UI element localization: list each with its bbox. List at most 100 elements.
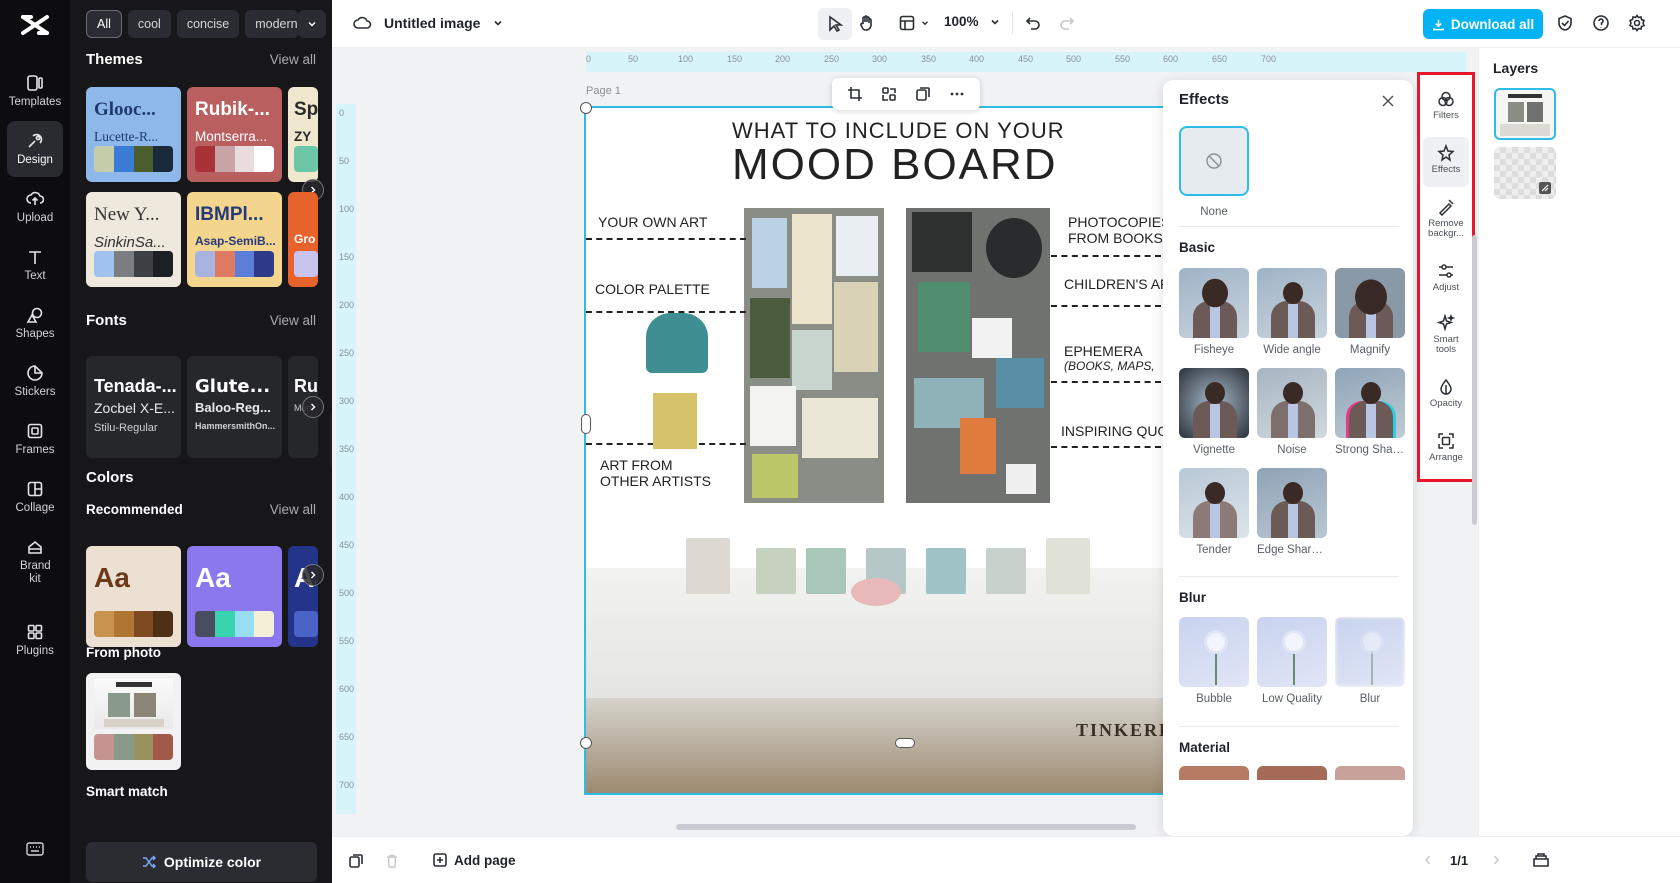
theme-card[interactable]: Gro [288,192,318,287]
effect-magnify[interactable]: Magnify [1335,268,1405,356]
effect-fisheye[interactable]: Fisheye [1179,268,1249,356]
tool-smart-tools[interactable]: Smart tools [1423,307,1469,369]
resize-handle-tl[interactable] [580,102,592,114]
redo-button[interactable] [1058,14,1076,32]
pages-overview-icon[interactable] [1532,851,1550,869]
zoom-control[interactable]: 100% [944,14,1001,29]
color-card[interactable]: Aa [288,546,318,647]
tool-arrange[interactable]: Arrange [1423,425,1469,475]
material-thumb[interactable] [1179,766,1249,780]
effect-label: Vignette [1193,444,1235,456]
photo-palette-card[interactable] [86,673,181,770]
resize-handle-bottom[interactable] [895,738,915,748]
chips-expand-button[interactable] [298,10,326,38]
font-card[interactable]: Tenada-... Zocbel X-E... Stilu-Regular [86,356,181,458]
resize-handle-bl[interactable] [580,737,592,749]
theme-card[interactable]: Glooc... Lucette-R... [86,87,181,182]
help-button[interactable] [1592,14,1610,32]
chevron-right-icon[interactable] [1490,854,1502,866]
color-card[interactable]: Aa [86,546,181,647]
add-page-button[interactable]: Add page [432,852,516,868]
optimize-color-button[interactable]: Optimize color [86,842,317,882]
effect-blur[interactable]: Blur [1335,617,1405,705]
tool-opacity[interactable]: Opacity [1423,371,1469,421]
effect-none[interactable] [1179,126,1249,196]
layer-image[interactable] [1494,88,1556,140]
layout-menu-button[interactable] [898,14,930,32]
rail-upload[interactable]: Upload [7,179,63,235]
capcut-logo[interactable] [20,12,50,38]
keyboard-icon[interactable] [26,842,44,856]
chip-modern[interactable]: modern [245,10,300,38]
chip-all[interactable]: All [86,10,122,38]
gear-icon [1628,14,1646,32]
effect-bubble[interactable]: Bubble [1179,617,1249,705]
page-label[interactable]: Page 1 [586,85,621,97]
trash-icon[interactable] [384,853,400,869]
tool-adjust[interactable]: Adjust [1423,255,1469,305]
rail-brand-kit[interactable]: Brand kit [7,527,63,597]
hand-tool-button[interactable] [858,14,876,32]
duplicate-page-icon[interactable] [348,853,364,869]
theme-card[interactable]: Rubik-... Montserra... [187,87,282,182]
rail-frames[interactable]: Frames [7,411,63,467]
crop-icon[interactable] [847,86,863,102]
brand-kit-icon [28,540,42,554]
ruler-label: 100 [339,204,355,214]
tool-filters[interactable]: Filters [1423,83,1469,133]
font-card[interactable]: Glute... Baloo-Reg... HammersmithOn... [187,356,282,458]
undo-button[interactable] [1024,14,1042,32]
tool-effects[interactable]: Effects [1423,137,1469,187]
fonts-next-button[interactable] [302,396,324,418]
redo-icon [1060,17,1075,30]
cloud-sync-icon[interactable] [352,13,372,33]
colors-next-button[interactable] [302,564,324,586]
select-tool-button[interactable] [818,8,852,40]
rail-label: Stickers [14,385,56,398]
cactus-art [646,313,708,373]
material-thumb[interactable] [1257,766,1327,780]
chevron-left-icon[interactable] [1422,854,1434,866]
rail-templates[interactable]: Templates [7,63,63,119]
theme-card[interactable]: New Y... SinkinSa... [86,192,181,287]
material-thumb[interactable] [1335,766,1405,780]
effects-panel: Effects None Basic Fisheye Wide angle Ma… [1163,80,1413,836]
vertical-scrollbar[interactable] [1472,235,1477,525]
layer-background[interactable] [1494,147,1556,199]
chevron-down-icon[interactable] [492,17,504,29]
smart-cutout-icon[interactable] [881,86,897,102]
rail-collage[interactable]: Collage [7,469,63,525]
settings-button[interactable] [1628,14,1646,32]
effect-low-quality[interactable]: Low Quality [1257,617,1327,705]
rail-stickers[interactable]: Stickers [7,353,63,409]
rail-design[interactable]: Design [7,121,63,177]
effect-wide-angle[interactable]: Wide angle [1257,268,1327,356]
rail-shapes[interactable]: Shapes [7,295,63,351]
effect-vignette[interactable]: Vignette [1179,368,1249,456]
close-icon[interactable] [1381,94,1395,108]
doc-title[interactable]: Untitled image [384,15,480,31]
duplicate-icon[interactable] [915,86,931,102]
shield-button[interactable] [1556,14,1574,32]
effect-tender[interactable]: Tender [1179,468,1249,556]
download-all-button[interactable]: Download all [1423,9,1543,39]
effect-strong-sharpen[interactable]: Strong Shar... [1335,368,1405,456]
chip-cool[interactable]: cool [127,10,171,38]
theme-card[interactable]: Sp ZY [288,87,318,182]
mood-board-image[interactable]: WHAT TO INCLUDE ON YOUR MOOD BOARD YOUR … [584,106,1228,795]
colors-view-all[interactable]: View all [270,502,316,517]
dashed-line [1051,381,1161,383]
horizontal-scrollbar[interactable] [676,824,1136,830]
effect-edge-sharpen[interactable]: Edge Sharp... [1257,468,1327,556]
fonts-view-all[interactable]: View all [270,313,316,328]
resize-handle-left[interactable] [581,414,591,434]
chip-concise[interactable]: concise [176,10,240,38]
more-icon[interactable] [949,86,965,102]
rail-plugins[interactable]: Plugins [7,612,63,668]
color-card[interactable]: Aa [187,546,282,647]
themes-view-all[interactable]: View all [270,52,316,67]
effect-noise[interactable]: Noise [1257,368,1327,456]
rail-text[interactable]: Text [7,237,63,293]
theme-card[interactable]: IBMPl... Asap-SemiB... [187,192,282,287]
tool-remove-background[interactable]: Remove backgr... [1423,191,1469,253]
